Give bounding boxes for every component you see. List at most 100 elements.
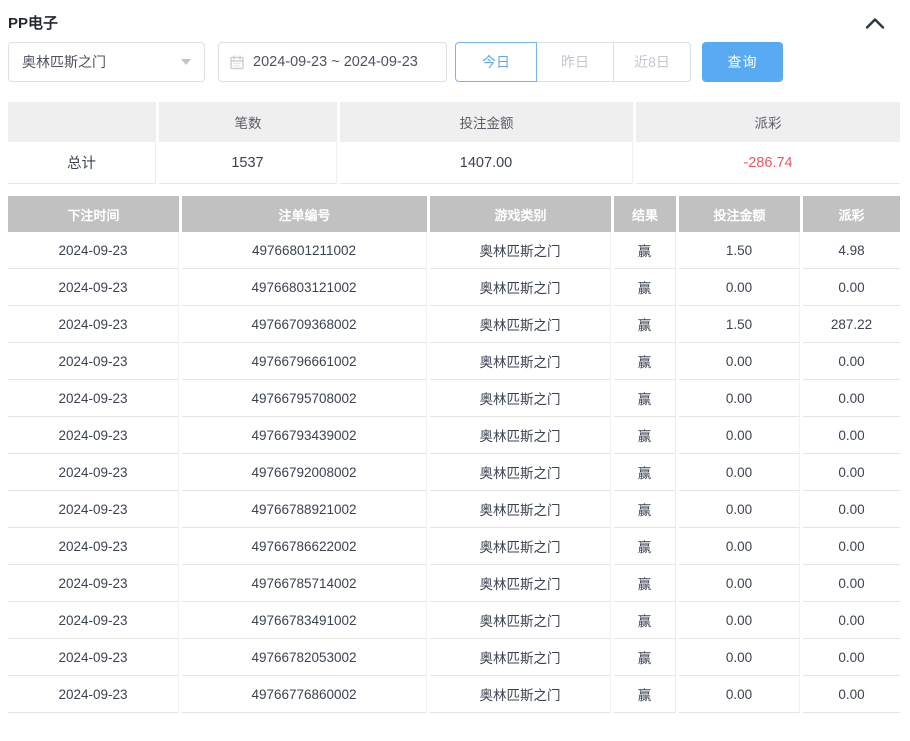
- table-row: 2024-09-2349766788921002奥林匹斯之门赢0.000.00: [8, 491, 900, 528]
- cell-bet-amount: 0.00: [679, 417, 800, 454]
- cell-result: 赢: [614, 343, 676, 380]
- cell-result: 赢: [614, 676, 676, 713]
- cell-bet-amount: 0.00: [679, 528, 800, 565]
- cell-result: 赢: [614, 565, 676, 602]
- cell-result: 赢: [614, 380, 676, 417]
- cell-payout: 4.98: [803, 232, 900, 269]
- table-row: 2024-09-2349766792008002奥林匹斯之门赢0.000.00: [8, 454, 900, 491]
- summary-table: 笔数 投注金额 派彩 总计 1537 1407.00 -286.74: [5, 102, 903, 184]
- summary-total-row: 总计 1537 1407.00 -286.74: [8, 142, 900, 184]
- table-row: 2024-09-2349766776860002奥林匹斯之门赢0.000.00: [8, 676, 900, 713]
- table-row: 2024-09-2349766801211002奥林匹斯之门赢1.504.98: [8, 232, 900, 269]
- records-header-row: 下注时间 注单编号 游戏类别 结果 投注金额 派彩: [8, 196, 900, 232]
- cell-bet-amount: 0.00: [679, 491, 800, 528]
- cell-game-type: 奥林匹斯之门: [430, 417, 611, 454]
- table-row: 2024-09-2349766709368002奥林匹斯之门赢1.50287.2…: [8, 306, 900, 343]
- date-range-value: 2024-09-23 ~ 2024-09-23: [253, 54, 418, 70]
- cell-payout: 0.00: [803, 491, 900, 528]
- summary-header-bet-amount: 投注金额: [340, 102, 633, 142]
- last-8-days-button[interactable]: 近8日: [613, 42, 691, 82]
- cell-payout: 0.00: [803, 565, 900, 602]
- cell-bet-amount: 0.00: [679, 269, 800, 306]
- cell-bet-amount: 0.00: [679, 380, 800, 417]
- table-row: 2024-09-2349766796661002奥林匹斯之门赢0.000.00: [8, 343, 900, 380]
- header-result: 结果: [614, 196, 676, 232]
- cell-bet-amount: 1.50: [679, 232, 800, 269]
- cell-game-type: 奥林匹斯之门: [430, 232, 611, 269]
- summary-total-payout: -286.74: [636, 142, 900, 184]
- pp-electronic-panel: PP电子 奥林匹斯之门 2024-09-23 ~ 2024-09-23 今: [0, 0, 910, 713]
- summary-header-blank: [8, 102, 156, 142]
- summary-total-label: 总计: [8, 142, 156, 184]
- cell-game-type: 奥林匹斯之门: [430, 491, 611, 528]
- filter-controls: 奥林匹斯之门 2024-09-23 ~ 2024-09-23 今日 昨日 近8日…: [8, 42, 902, 82]
- calendar-icon: [229, 54, 245, 70]
- header-bet-amount: 投注金额: [679, 196, 800, 232]
- cell-bet-time: 2024-09-23: [8, 269, 179, 306]
- cell-game-type: 奥林匹斯之门: [430, 639, 611, 676]
- cell-game-type: 奥林匹斯之门: [430, 269, 611, 306]
- table-row: 2024-09-2349766803121002奥林匹斯之门赢0.000.00: [8, 269, 900, 306]
- cell-result: 赢: [614, 602, 676, 639]
- cell-bet-id: 49766792008002: [182, 454, 427, 491]
- cell-bet-time: 2024-09-23: [8, 232, 179, 269]
- summary-header-row: 笔数 投注金额 派彩: [8, 102, 900, 142]
- query-button[interactable]: 查询: [702, 42, 783, 82]
- collapse-panel-button[interactable]: [860, 11, 890, 35]
- table-row: 2024-09-2349766795708002奥林匹斯之门赢0.000.00: [8, 380, 900, 417]
- cell-bet-id: 49766793439002: [182, 417, 427, 454]
- cell-result: 赢: [614, 528, 676, 565]
- summary-header-payout: 派彩: [636, 102, 900, 142]
- page-title: PP电子: [8, 12, 58, 33]
- cell-result: 赢: [614, 269, 676, 306]
- cell-game-type: 奥林匹斯之门: [430, 676, 611, 713]
- game-select[interactable]: 奥林匹斯之门: [8, 42, 205, 82]
- header-game-type: 游戏类别: [430, 196, 611, 232]
- cell-bet-time: 2024-09-23: [8, 528, 179, 565]
- cell-result: 赢: [614, 454, 676, 491]
- cell-bet-time: 2024-09-23: [8, 491, 179, 528]
- summary-total-bet-amount: 1407.00: [340, 142, 633, 184]
- cell-bet-id: 49766803121002: [182, 269, 427, 306]
- cell-bet-amount: 0.00: [679, 602, 800, 639]
- cell-bet-id: 49766783491002: [182, 602, 427, 639]
- date-range-picker[interactable]: 2024-09-23 ~ 2024-09-23: [218, 42, 447, 82]
- cell-bet-id: 49766801211002: [182, 232, 427, 269]
- cell-payout: 0.00: [803, 639, 900, 676]
- today-button[interactable]: 今日: [455, 42, 537, 82]
- cell-bet-time: 2024-09-23: [8, 676, 179, 713]
- cell-bet-id: 49766796661002: [182, 343, 427, 380]
- cell-result: 赢: [614, 491, 676, 528]
- header-payout: 派彩: [803, 196, 900, 232]
- cell-bet-amount: 0.00: [679, 454, 800, 491]
- table-row: 2024-09-2349766783491002奥林匹斯之门赢0.000.00: [8, 602, 900, 639]
- cell-game-type: 奥林匹斯之门: [430, 528, 611, 565]
- summary-header-count: 笔数: [159, 102, 337, 142]
- summary-total-count: 1537: [159, 142, 337, 184]
- cell-result: 赢: [614, 306, 676, 343]
- cell-game-type: 奥林匹斯之门: [430, 343, 611, 380]
- cell-game-type: 奥林匹斯之门: [430, 380, 611, 417]
- cell-game-type: 奥林匹斯之门: [430, 565, 611, 602]
- cell-bet-amount: 0.00: [679, 676, 800, 713]
- cell-bet-time: 2024-09-23: [8, 602, 179, 639]
- cell-bet-amount: 0.00: [679, 343, 800, 380]
- cell-bet-amount: 1.50: [679, 306, 800, 343]
- header-bet-time: 下注时间: [8, 196, 179, 232]
- table-row: 2024-09-2349766782053002奥林匹斯之门赢0.000.00: [8, 639, 900, 676]
- cell-payout: 0.00: [803, 528, 900, 565]
- cell-result: 赢: [614, 232, 676, 269]
- quick-range-button-group: 今日 昨日 近8日: [455, 42, 691, 82]
- cell-bet-id: 49766776860002: [182, 676, 427, 713]
- cell-bet-time: 2024-09-23: [8, 454, 179, 491]
- yesterday-button[interactable]: 昨日: [536, 42, 614, 82]
- cell-payout: 0.00: [803, 380, 900, 417]
- cell-bet-time: 2024-09-23: [8, 565, 179, 602]
- header-bet-id: 注单编号: [182, 196, 427, 232]
- cell-payout: 0.00: [803, 602, 900, 639]
- cell-payout: 0.00: [803, 454, 900, 491]
- cell-bet-amount: 0.00: [679, 565, 800, 602]
- bet-records-table: 下注时间 注单编号 游戏类别 结果 投注金额 派彩 2024-09-234976…: [5, 196, 903, 713]
- cell-result: 赢: [614, 417, 676, 454]
- table-row: 2024-09-2349766793439002奥林匹斯之门赢0.000.00: [8, 417, 900, 454]
